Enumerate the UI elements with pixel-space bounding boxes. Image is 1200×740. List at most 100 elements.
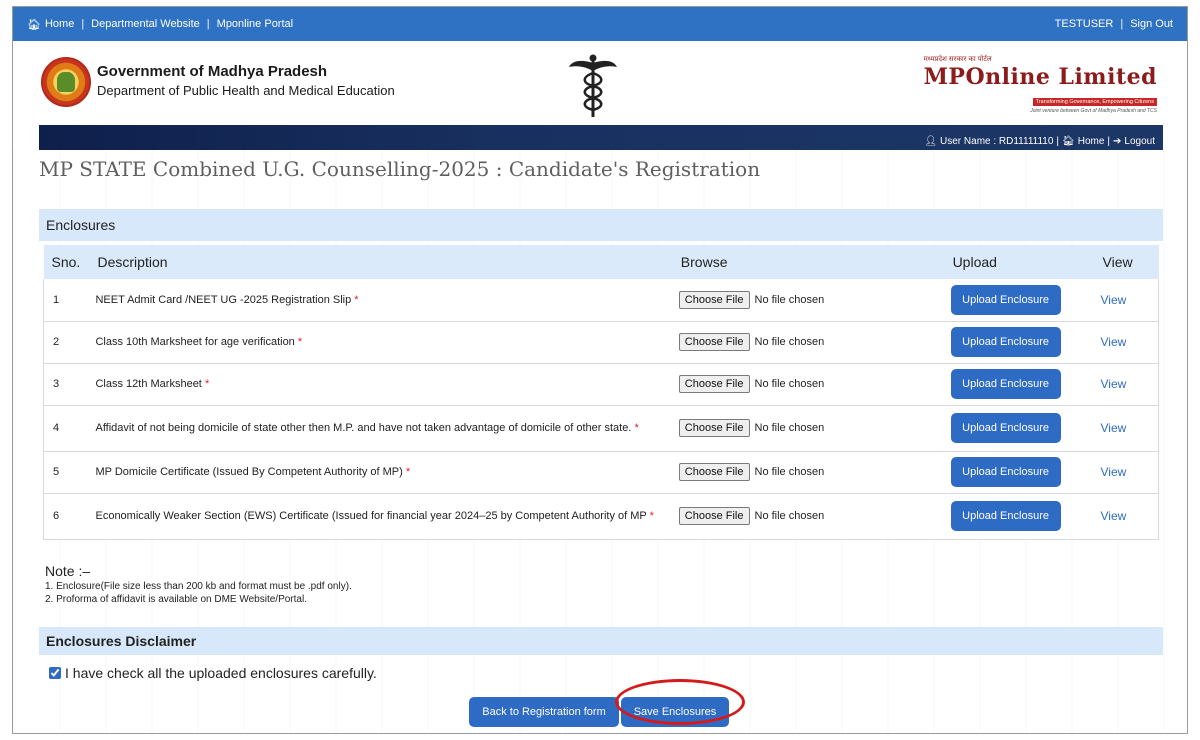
- upload-enclosure-button[interactable]: Upload Enclosure: [950, 413, 1061, 443]
- row-sno: 5: [43, 451, 90, 494]
- mp-government-emblem-logo: [41, 57, 91, 107]
- col-view: View: [1102, 254, 1133, 270]
- required-asterisk: *: [649, 510, 654, 522]
- file-status-text: No file chosen: [754, 336, 825, 348]
- file-status-text: No file chosen: [754, 510, 825, 522]
- required-asterisk: *: [204, 378, 210, 390]
- note-line-2: 2. Proforma of affidavit is available on…: [45, 594, 307, 605]
- home-icon: 🏠︎: [27, 18, 41, 31]
- caduceus-icon: [569, 54, 617, 117]
- row-view: View: [1094, 405, 1159, 452]
- brand-tagline-2: Joint venture between Govt of Madhya Pra…: [1030, 108, 1157, 114]
- user-icon: 👤︎: [924, 136, 938, 147]
- table-row: 3 Class 12th Marksheet * Choose File No fil…: [43, 363, 1159, 406]
- file-input: Choose File No file chosen: [678, 375, 939, 393]
- upload-enclosure-button[interactable]: Upload Enclosure: [950, 457, 1061, 487]
- file-input: Choose File No file chosen: [678, 333, 939, 351]
- row-browse: Choose File No file chosen: [672, 451, 945, 494]
- brand-name: MPOnline Limited: [923, 64, 1157, 90]
- disclaimer-checkbox[interactable]: [49, 667, 61, 679]
- bar-logout-link[interactable]: Logout: [1124, 136, 1155, 147]
- top-link-home[interactable]: Home: [45, 18, 74, 30]
- file-input: Choose File No file chosen: [678, 419, 939, 437]
- view-link[interactable]: View: [1101, 377, 1127, 391]
- row-browse: Choose File No file chosen: [672, 493, 945, 540]
- view-link[interactable]: View: [1101, 335, 1127, 349]
- choose-file-button[interactable]: Choose File: [678, 507, 750, 525]
- top-nav-bar: 🏠︎ Home | Departmental Website | Mponlin…: [13, 7, 1187, 41]
- row-view: View: [1094, 363, 1159, 406]
- description-text: Class 10th Marksheet for age verificatio…: [95, 336, 295, 348]
- page-title: MP STATE Combined U.G. Counselling-2025 …: [39, 157, 761, 181]
- view-link[interactable]: View: [1101, 509, 1127, 523]
- row-view: View: [1094, 321, 1159, 364]
- top-nav-links: 🏠︎ Home | Departmental Website | Mponlin…: [27, 18, 293, 31]
- row-view: View: [1094, 493, 1159, 540]
- file-input: Choose File No file chosen: [678, 463, 939, 481]
- choose-file-button[interactable]: Choose File: [678, 419, 750, 437]
- row-description: NEET Admit Card /NEET UG -2025 Registrat…: [89, 279, 673, 322]
- row-upload: Upload Enclosure: [944, 279, 1095, 322]
- view-link[interactable]: View: [1101, 421, 1127, 435]
- row-upload: Upload Enclosure: [944, 451, 1095, 494]
- table-row: 1 NEET Admit Card /NEET UG -2025 Registra…: [43, 279, 1159, 322]
- file-status-text: No file chosen: [754, 378, 825, 390]
- description-text: Affidavit of not being domicile of state…: [95, 422, 632, 434]
- description-text: NEET Admit Card /NEET UG -2025 Registrat…: [95, 293, 352, 306]
- table-row: 5 MP Domicile Certificate (Issued By Comp…: [43, 451, 1159, 494]
- file-status-text: No file chosen: [754, 422, 825, 434]
- row-description: Economically Weaker Section (EWS) Certif…: [89, 493, 673, 540]
- row-sno: 6: [43, 493, 90, 540]
- back-to-registration-button[interactable]: Back to Registration form: [469, 697, 619, 727]
- row-sno: 3: [43, 363, 90, 406]
- enclosures-table-body: 1 NEET Admit Card /NEET UG -2025 Registra…: [43, 279, 1159, 540]
- table-row: 6 Economically Weaker Section (EWS) Certi…: [43, 493, 1159, 540]
- row-browse: Choose File No file chosen: [672, 363, 945, 406]
- table-row: 2 Class 10th Marksheet for age verificati…: [43, 321, 1159, 364]
- enclosures-table: Sno. Description Browse Upload View 1 NEE…: [43, 245, 1159, 540]
- save-enclosures-button[interactable]: Save Enclosures: [621, 697, 729, 727]
- col-description: Description: [97, 254, 168, 270]
- row-upload: Upload Enclosure: [944, 405, 1095, 452]
- top-link-departmental-website[interactable]: Departmental Website: [91, 18, 200, 30]
- table-row: 4 Affidavit of not being domicile of stat…: [43, 405, 1159, 452]
- upload-enclosure-button[interactable]: Upload Enclosure: [950, 501, 1061, 531]
- top-link-mponline-portal[interactable]: Mponline Portal: [217, 18, 293, 30]
- choose-file-button[interactable]: Choose File: [678, 290, 750, 309]
- disclaimer-heading: Enclosures Disclaimer: [39, 627, 1163, 655]
- choose-file-button[interactable]: Choose File: [678, 463, 750, 481]
- separator: |: [81, 18, 85, 30]
- note-title: Note :–: [45, 563, 91, 579]
- row-view: View: [1094, 279, 1159, 322]
- row-upload: Upload Enclosure: [944, 493, 1095, 540]
- upload-enclosure-button[interactable]: Upload Enclosure: [950, 327, 1061, 357]
- mponline-logo: मध्यप्रदेश सरकार का पोर्टल MPOnline Limi…: [924, 55, 1157, 114]
- upload-enclosure-button[interactable]: Upload Enclosure: [950, 284, 1061, 315]
- view-link[interactable]: View: [1101, 293, 1127, 307]
- logout-icon: ➔: [1113, 136, 1122, 147]
- file-input: Choose File No file chosen: [678, 290, 939, 309]
- upload-enclosure-button[interactable]: Upload Enclosure: [950, 369, 1061, 399]
- view-link[interactable]: View: [1101, 465, 1127, 479]
- user-info-bar: 👤︎ User Name : RD11111110 | 🏠︎ Home | ➔ …: [39, 125, 1163, 150]
- disclaimer-checkbox-row: I have check all the uploaded enclosures…: [49, 665, 377, 681]
- row-browse: Choose File No file chosen: [672, 405, 945, 452]
- choose-file-button[interactable]: Choose File: [678, 333, 750, 351]
- sign-out-link[interactable]: Sign Out: [1130, 18, 1173, 30]
- enclosures-heading: Enclosures: [39, 209, 1163, 241]
- table-header-row: Sno. Description Browse Upload View: [43, 245, 1159, 279]
- brand-tagline: Transforming Governance, Empowering Citi…: [1032, 98, 1157, 106]
- row-sno: 4: [43, 405, 90, 452]
- col-upload: Upload: [952, 254, 997, 270]
- file-status-text: No file chosen: [754, 466, 825, 478]
- separator: |: [1056, 136, 1060, 147]
- description-text: MP Domicile Certificate (Issued By Compe…: [95, 466, 403, 478]
- top-user-area: TESTUSER | Sign Out: [1055, 18, 1173, 30]
- required-asterisk: *: [634, 422, 639, 434]
- bar-home-link[interactable]: Home: [1078, 136, 1105, 147]
- choose-file-button[interactable]: Choose File: [678, 375, 750, 393]
- col-sno: Sno.: [51, 254, 81, 270]
- disclaimer-checkbox-label[interactable]: I have check all the uploaded enclosures…: [65, 665, 377, 681]
- government-title: Government of Madhya Pradesh: [97, 63, 328, 80]
- description-text: Economically Weaker Section (EWS) Certif…: [95, 510, 647, 522]
